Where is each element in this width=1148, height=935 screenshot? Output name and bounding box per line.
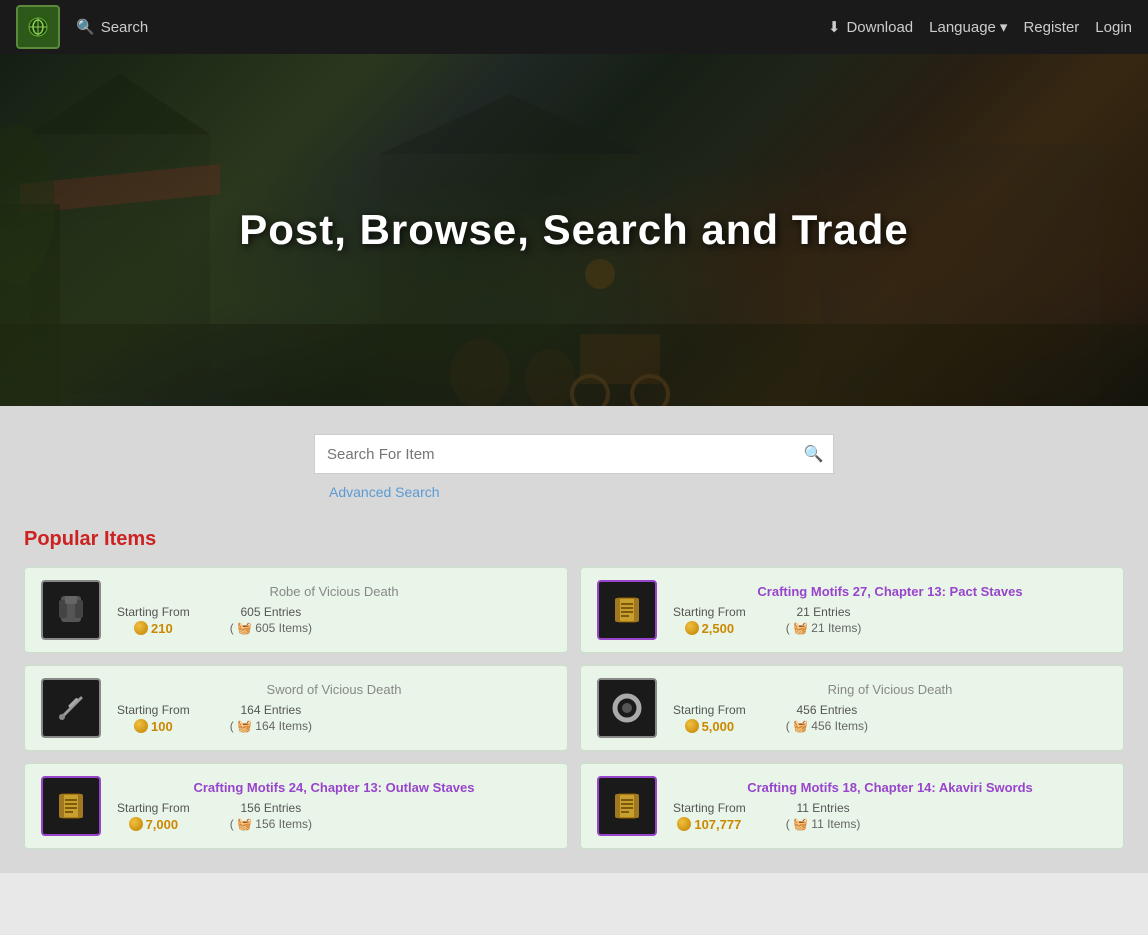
popular-section: Popular Items Robe of Vicious Death Star… (0, 512, 1148, 873)
item-info: Crafting Motifs 27, Chapter 13: Pact Sta… (673, 584, 1107, 636)
coin-icon (129, 817, 143, 831)
entries-label: 11 Entries (796, 801, 849, 815)
entries-group: 164 Entries ( 🧺 164 Items) (230, 703, 312, 733)
entries-label: 164 Entries (240, 703, 301, 717)
navbar: 🔍 Search ⬇ Download Language ▾ Register … (0, 0, 1148, 54)
price-group: Starting From 5,000 (673, 703, 746, 734)
download-icon: ⬇ (828, 18, 841, 36)
item-stats: Starting From 2,500 21 Entries ( 🧺 21 It… (673, 605, 1107, 636)
items-grid: Robe of Vicious Death Starting From 210 … (24, 567, 1124, 849)
search-icon: 🔍 (76, 18, 95, 36)
entries-label: 156 Entries (240, 801, 301, 815)
entries-group: 11 Entries ( 🧺 11 Items) (786, 801, 861, 831)
price-group: Starting From 210 (117, 605, 190, 636)
starting-from-label: Starting From (673, 801, 746, 815)
site-logo[interactable] (16, 5, 60, 49)
item-icon[interactable] (597, 580, 657, 640)
item-price: 2,500 (685, 621, 735, 636)
items-count: ( 🧺 156 Items) (230, 817, 312, 831)
starting-from-label: Starting From (673, 703, 746, 717)
language-label: Language (929, 19, 996, 36)
price-group: Starting From 2,500 (673, 605, 746, 636)
item-stats: Starting From 100 164 Entries ( 🧺 164 It… (117, 703, 551, 734)
item-info: Ring of Vicious Death Starting From 5,00… (673, 682, 1107, 734)
coin-icon (134, 621, 148, 635)
items-count: ( 🧺 11 Items) (786, 817, 861, 831)
item-info: Sword of Vicious Death Starting From 100… (117, 682, 551, 734)
download-label: Download (846, 19, 913, 36)
coin-icon (685, 719, 699, 733)
download-link[interactable]: ⬇ Download (828, 18, 913, 36)
item-name[interactable]: Crafting Motifs 18, Chapter 14: Akaviri … (673, 780, 1107, 797)
item-stats: Starting From 210 605 Entries ( 🧺 605 It… (117, 605, 551, 636)
item-info: Crafting Motifs 24, Chapter 13: Outlaw S… (117, 780, 551, 832)
nav-search-link[interactable]: 🔍 Search (76, 18, 148, 36)
item-stats: Starting From 7,000 156 Entries ( 🧺 156 … (117, 801, 551, 832)
coin-icon (685, 621, 699, 635)
search-section: 🔍 Advanced Search (0, 406, 1148, 512)
entries-label: 456 Entries (796, 703, 857, 717)
item-card: Crafting Motifs 27, Chapter 13: Pact Sta… (580, 567, 1124, 653)
entries-group: 456 Entries ( 🧺 456 Items) (786, 703, 868, 733)
price-group: Starting From 100 (117, 703, 190, 734)
item-price: 100 (134, 719, 173, 734)
item-name[interactable]: Crafting Motifs 27, Chapter 13: Pact Sta… (673, 584, 1107, 601)
nav-search-label: Search (101, 19, 149, 36)
item-icon (41, 580, 101, 640)
entries-group: 156 Entries ( 🧺 156 Items) (230, 801, 312, 831)
item-name: Robe of Vicious Death (117, 584, 551, 601)
item-icon[interactable] (597, 776, 657, 836)
item-name: Ring of Vicious Death (673, 682, 1107, 699)
coin-icon (677, 817, 691, 831)
entries-group: 21 Entries ( 🧺 21 Items) (786, 605, 862, 635)
entries-group: 605 Entries ( 🧺 605 Items) (230, 605, 312, 635)
items-count: ( 🧺 605 Items) (230, 621, 312, 635)
starting-from-label: Starting From (673, 605, 746, 619)
items-count: ( 🧺 21 Items) (786, 621, 862, 635)
item-price: 210 (134, 621, 173, 636)
entries-label: 605 Entries (240, 605, 301, 619)
advanced-search-link[interactable]: Advanced Search (329, 484, 440, 500)
item-icon[interactable] (41, 776, 101, 836)
item-info: Crafting Motifs 18, Chapter 14: Akaviri … (673, 780, 1107, 832)
item-card: Sword of Vicious Death Starting From 100… (24, 665, 568, 751)
price-group: Starting From 7,000 (117, 801, 190, 832)
search-input[interactable] (314, 434, 794, 474)
item-card: Crafting Motifs 18, Chapter 14: Akaviri … (580, 763, 1124, 849)
item-icon (597, 678, 657, 738)
item-card: Ring of Vicious Death Starting From 5,00… (580, 665, 1124, 751)
item-price: 7,000 (129, 817, 179, 832)
price-group: Starting From 107,777 (673, 801, 746, 832)
popular-items-title: Popular Items (24, 528, 1124, 551)
item-name[interactable]: Crafting Motifs 24, Chapter 13: Outlaw S… (117, 780, 551, 797)
search-bar-container: 🔍 (314, 434, 834, 474)
login-link[interactable]: Login (1095, 19, 1132, 36)
item-icon (41, 678, 101, 738)
item-price: 107,777 (677, 817, 741, 832)
item-card: Robe of Vicious Death Starting From 210 … (24, 567, 568, 653)
language-selector[interactable]: Language ▾ (929, 18, 1007, 36)
chevron-down-icon: ▾ (1000, 18, 1008, 36)
search-button[interactable]: 🔍 (794, 434, 834, 474)
starting-from-label: Starting From (117, 801, 190, 815)
coin-icon (134, 719, 148, 733)
hero-title: Post, Browse, Search and Trade (239, 206, 909, 254)
items-count: ( 🧺 164 Items) (230, 719, 312, 733)
register-link[interactable]: Register (1023, 19, 1079, 36)
starting-from-label: Starting From (117, 605, 190, 619)
item-card: Crafting Motifs 24, Chapter 13: Outlaw S… (24, 763, 568, 849)
items-count: ( 🧺 456 Items) (786, 719, 868, 733)
item-stats: Starting From 107,777 11 Entries ( 🧺 11 … (673, 801, 1107, 832)
entries-label: 21 Entries (796, 605, 850, 619)
starting-from-label: Starting From (117, 703, 190, 717)
item-name: Sword of Vicious Death (117, 682, 551, 699)
item-stats: Starting From 5,000 456 Entries ( 🧺 456 … (673, 703, 1107, 734)
item-price: 5,000 (685, 719, 735, 734)
item-info: Robe of Vicious Death Starting From 210 … (117, 584, 551, 636)
hero-banner: Post, Browse, Search and Trade (0, 54, 1148, 406)
